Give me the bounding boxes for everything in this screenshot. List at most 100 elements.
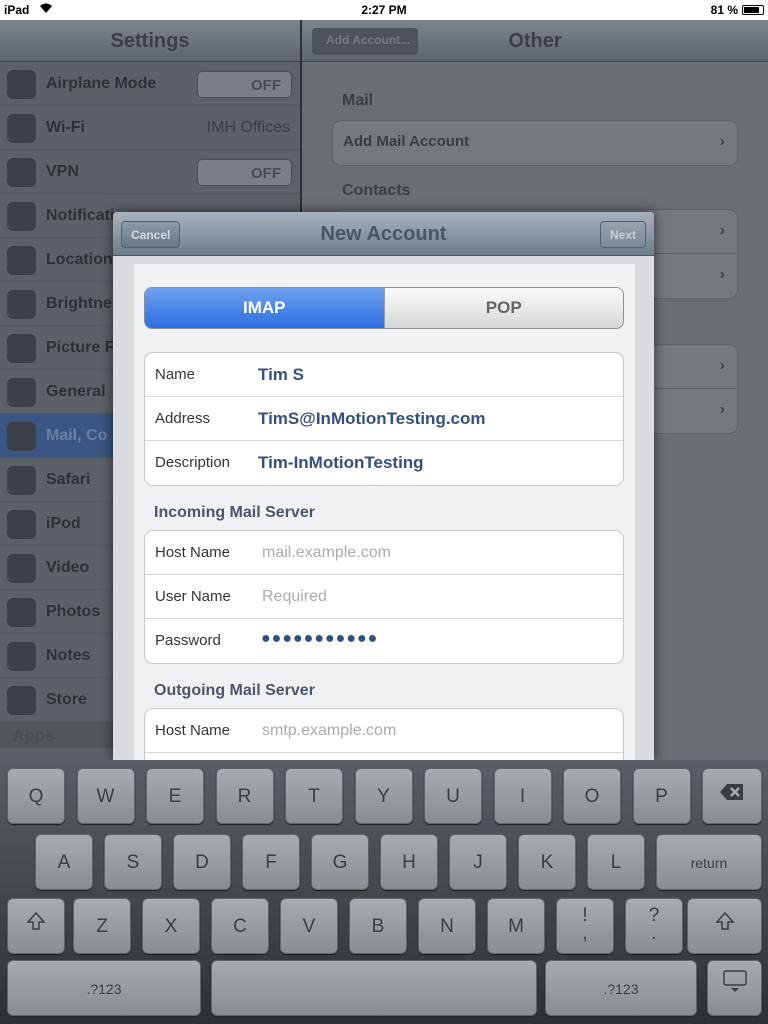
numbers-key-left[interactable]: .?123 (7, 960, 201, 1016)
toggle-state: OFF (251, 165, 281, 182)
delete-key[interactable] (702, 768, 762, 824)
vpn-icon (7, 158, 36, 187)
incoming-password-field[interactable]: Password ●●●●●●●●●●● (145, 619, 623, 663)
key-r[interactable]: R (215, 768, 274, 824)
incoming-user-input[interactable]: Required (262, 588, 327, 606)
key-q[interactable]: Q (7, 768, 65, 824)
key-w[interactable]: W (76, 768, 135, 824)
sidebar-item-label: Safari (46, 471, 91, 488)
incoming-host-field[interactable]: Host Name mail.example.com (145, 531, 623, 575)
key-h[interactable]: H (380, 834, 438, 890)
gear-icon (7, 378, 36, 407)
key-b[interactable]: B (349, 898, 407, 954)
key-v[interactable]: V (280, 898, 338, 954)
key-z[interactable]: Z (73, 898, 131, 954)
notes-icon (7, 642, 36, 671)
sidebar-item-label: Notes (46, 647, 91, 664)
key-a[interactable]: A (35, 834, 93, 890)
key-s[interactable]: S (104, 834, 162, 890)
key-k[interactable]: K (518, 834, 576, 890)
hide-keyboard-key[interactable] (707, 960, 762, 1016)
outgoing-host-input[interactable]: smtp.example.com (262, 722, 396, 740)
space-bar[interactable] (211, 960, 537, 1016)
key-p[interactable]: P (632, 768, 691, 824)
name-label: Name (155, 366, 196, 383)
toggle-state: OFF (251, 77, 281, 94)
name-field[interactable]: Name Tim S (145, 353, 623, 397)
key-g[interactable]: G (311, 834, 369, 890)
detail-navbar: Add Account... Other (302, 20, 768, 62)
sidebar-item-label: Airplane Mode (46, 75, 157, 92)
pop-segment[interactable]: POP (383, 288, 623, 328)
wifi-icon (7, 114, 36, 143)
outgoing-server-header: Outgoing Mail Server (154, 682, 315, 699)
key-n[interactable]: N (418, 898, 476, 954)
airplane-icon (7, 70, 36, 99)
store-icon (7, 686, 36, 715)
sheet-body: IMAP POP Name Tim S Address TimS@InMotio… (134, 264, 635, 760)
incoming-password-input[interactable]: ●●●●●●●●●●● (261, 630, 378, 648)
key-y[interactable]: Y (354, 768, 413, 824)
sidebar-title: Settings (0, 20, 300, 62)
incoming-server-header: Incoming Mail Server (154, 504, 315, 521)
chevron-right-icon: › (719, 133, 725, 150)
sidebar-item-label: Notificati (46, 207, 115, 224)
imap-segment[interactable]: IMAP (145, 288, 384, 328)
sidebar-item-label: iPod (46, 515, 81, 532)
key-c[interactable]: C (211, 898, 269, 954)
sidebar-item-airplane-mode[interactable]: Airplane Mode OFF (0, 62, 300, 106)
outgoing-blank-row[interactable] (145, 753, 623, 760)
key-f[interactable]: F (242, 834, 300, 890)
name-value[interactable]: Tim S (258, 365, 304, 385)
ipod-icon (7, 510, 36, 539)
incoming-host-input[interactable]: mail.example.com (262, 544, 391, 562)
key-exclaim-comma[interactable]: ! , (556, 898, 614, 954)
add-mail-account-row[interactable]: Add Mail Account › (333, 121, 737, 165)
address-value[interactable]: TimS@InMotionTesting.com (258, 409, 486, 429)
add-mail-account-label: Add Mail Account (343, 133, 470, 150)
toggle-switch[interactable]: OFF (197, 159, 292, 186)
sidebar-item-label: VPN (46, 163, 79, 180)
detail-title: Other (508, 30, 562, 52)
key-d[interactable]: D (173, 834, 231, 890)
key-t[interactable]: T (285, 768, 343, 824)
account-info-group: Name Tim S Address TimS@InMotionTesting.… (144, 352, 624, 486)
key-question-period[interactable]: ? . (625, 898, 683, 954)
address-field[interactable]: Address TimS@InMotionTesting.com (145, 397, 623, 441)
numbers-key-right[interactable]: .?123 (545, 960, 697, 1016)
chevron-right-icon: › (719, 222, 725, 239)
key-x[interactable]: X (142, 898, 200, 954)
description-field[interactable]: Description Tim-InMotionTesting (145, 441, 623, 485)
key-e[interactable]: E (146, 768, 204, 824)
safari-icon (7, 466, 36, 495)
onscreen-keyboard: Q W E R T Y U I O P A S D F G H J K Lreturn Z X C V B N M! ,? ..?… (0, 760, 768, 1024)
brightness-icon (7, 290, 36, 319)
next-button[interactable]: Next (599, 221, 646, 248)
key-o[interactable]: O (563, 768, 621, 824)
sidebar-item-label: Location (46, 251, 113, 268)
key-m[interactable]: M (487, 898, 545, 954)
incoming-user-field[interactable]: User Name Required (145, 575, 623, 619)
return-key[interactable]: return (656, 834, 762, 890)
mail-icon (7, 422, 36, 451)
protocol-segmented-control: IMAP POP (144, 287, 624, 329)
description-value[interactable]: Tim-InMotionTesting (258, 453, 424, 473)
outgoing-host-label: Host Name (155, 722, 231, 739)
incoming-server-group: Host Name mail.example.com User Name Req… (144, 530, 624, 664)
sidebar-item-wi-fi[interactable]: Wi-Fi IMH Offices (0, 106, 300, 150)
key-u[interactable]: U (424, 768, 482, 824)
backspace-icon (719, 780, 745, 807)
sidebar-item-value: IMH Offices (206, 119, 290, 136)
outgoing-host-field[interactable]: Host Name smtp.example.com (145, 709, 623, 753)
key-l[interactable]: L (587, 834, 645, 890)
notifications-icon (7, 202, 36, 231)
key-i[interactable]: I (493, 768, 552, 824)
key-j[interactable]: J (449, 834, 507, 890)
sidebar-item-label: General (46, 383, 106, 400)
sidebar-item-vpn[interactable]: VPN OFF (0, 150, 300, 194)
new-account-sheet: Cancel New Account Next IMAP POP Name Ti… (113, 212, 654, 760)
toggle-switch[interactable]: OFF (197, 71, 292, 98)
shift-key-right[interactable] (687, 898, 762, 954)
shift-key-left[interactable] (7, 898, 65, 954)
incoming-host-label: Host Name (155, 544, 231, 561)
